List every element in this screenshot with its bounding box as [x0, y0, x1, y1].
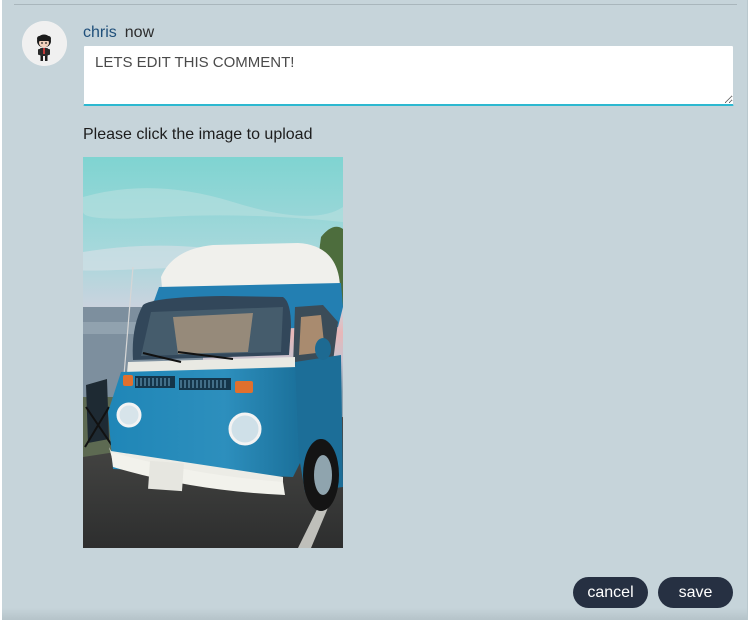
avatar-character-icon — [22, 21, 67, 66]
comment-timestamp: now — [124, 24, 155, 41]
panel-bottom-edge — [2, 608, 747, 620]
upload-image[interactable] — [83, 157, 343, 548]
save-button[interactable]: save — [658, 577, 733, 608]
comment-edit-input[interactable]: LETS EDIT THIS COMMENT! — [83, 45, 734, 106]
comment-meta: chris now — [83, 23, 154, 43]
upload-instruction: Please click the image to upload — [83, 126, 313, 143]
comment-edit-panel: chris now LETS EDIT THIS COMMENT! Please … — [2, 0, 748, 620]
author-name[interactable]: chris — [83, 24, 117, 41]
avatar — [22, 21, 67, 66]
cancel-button[interactable]: cancel — [573, 577, 648, 608]
camper-van-photo — [83, 157, 343, 548]
divider — [14, 4, 737, 5]
